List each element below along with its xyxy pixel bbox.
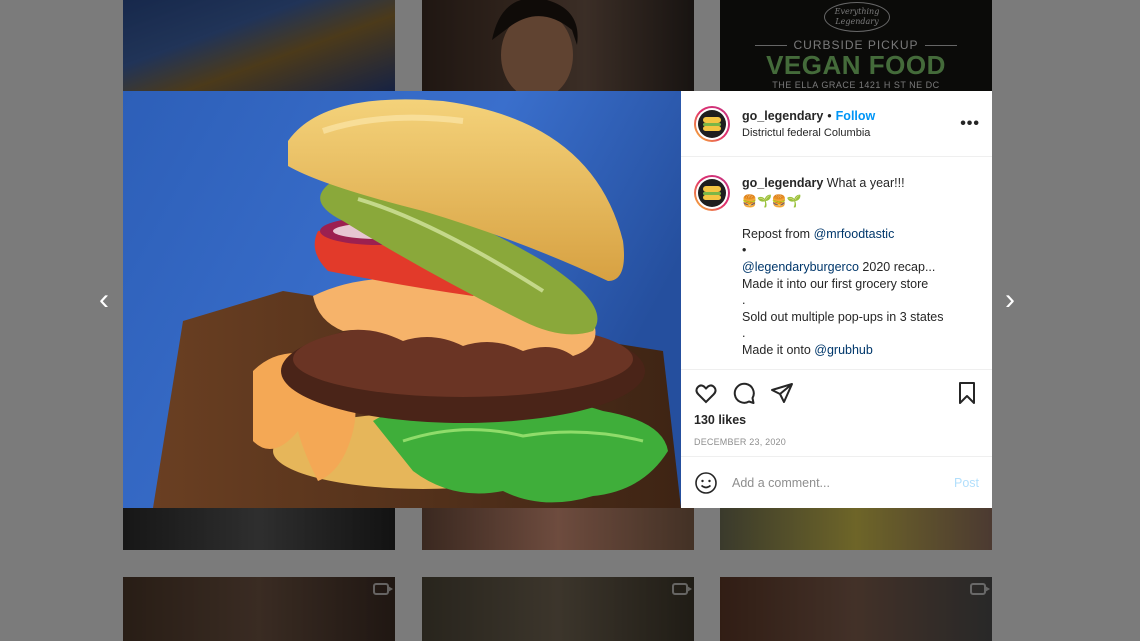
- share-icon[interactable]: [770, 381, 794, 405]
- comment-box: Post: [681, 456, 992, 508]
- follow-button[interactable]: Follow: [836, 109, 876, 123]
- post-actions: 130 likes DECEMBER 23, 2020: [681, 369, 992, 447]
- caption-line: Made it into our first grocery store: [742, 276, 929, 291]
- caption-emoji: 🍔🌱🍔🌱: [742, 193, 802, 208]
- repost-prefix: Repost from: [742, 226, 814, 241]
- caption-line: Made it onto: [742, 342, 815, 357]
- mention-grubhub[interactable]: @grubhub: [814, 343, 873, 357]
- chevron-left-icon[interactable]: ‹: [90, 285, 118, 315]
- post-header: go_legendary • Follow Districtul federal C…: [681, 91, 992, 157]
- grid-thumbnail[interactable]: [123, 508, 395, 550]
- post-image: [123, 91, 681, 508]
- caption-bullet: •: [742, 243, 747, 258]
- burger-logo-icon: [703, 116, 721, 131]
- post-sidebar: go_legendary • Follow Districtul federal C…: [681, 91, 992, 508]
- heart-icon[interactable]: [694, 381, 718, 405]
- grid-thumbnail-vegan-poster[interactable]: Everything Legendary CURBSIDE PICKUP VEG…: [720, 0, 992, 91]
- mention-mrfoodtastic[interactable]: @mrfoodtastic: [814, 227, 895, 241]
- caption-line: 2020 recap...: [858, 259, 936, 274]
- post-modal: go_legendary • Follow Districtul federal C…: [123, 91, 992, 508]
- grid-thumbnail-burger[interactable]: [123, 0, 395, 91]
- post-comment-button[interactable]: Post: [954, 476, 979, 490]
- grid-thumbnail[interactable]: [123, 577, 395, 641]
- more-options-icon[interactable]: •••: [960, 115, 980, 133]
- grid-thumbnail[interactable]: [720, 508, 992, 550]
- separator-dot: •: [827, 109, 832, 123]
- caption-line: Sold out multiple pop-ups in 3 states: [742, 309, 944, 324]
- caption-username[interactable]: go_legendary: [742, 176, 823, 190]
- caption-dot: .: [742, 293, 746, 308]
- bookmark-icon[interactable]: [955, 381, 979, 405]
- comment-input[interactable]: [732, 475, 954, 490]
- grid-thumbnail[interactable]: [422, 508, 694, 550]
- post-username[interactable]: go_legendary: [742, 109, 823, 123]
- emoji-icon[interactable]: [694, 471, 718, 495]
- grid-thumbnail[interactable]: [422, 577, 694, 641]
- caption-text: go_legendary What a year!!! 🍔🌱🍔🌱 Repost …: [742, 175, 944, 369]
- burger-photo: [123, 91, 681, 508]
- mention-legendaryburgerco[interactable]: @legendaryburgerco: [742, 260, 859, 274]
- caption-title: What a year!!!: [823, 176, 905, 190]
- post-date[interactable]: DECEMBER 23, 2020: [694, 437, 979, 447]
- caption-area: go_legendary What a year!!! 🍔🌱🍔🌱 Repost …: [681, 157, 992, 369]
- caption-dot: .: [742, 326, 746, 341]
- avatar[interactable]: [694, 105, 730, 142]
- post-location[interactable]: Districtul federal Columbia: [742, 127, 960, 139]
- chevron-right-icon[interactable]: ›: [996, 285, 1024, 315]
- grid-thumbnail-woman[interactable]: [422, 0, 694, 91]
- like-count[interactable]: 130 likes: [694, 413, 979, 427]
- burger-logo-icon: [703, 186, 721, 200]
- comment-icon[interactable]: [732, 381, 756, 405]
- grid-thumbnail[interactable]: [720, 577, 992, 641]
- avatar[interactable]: [694, 175, 730, 211]
